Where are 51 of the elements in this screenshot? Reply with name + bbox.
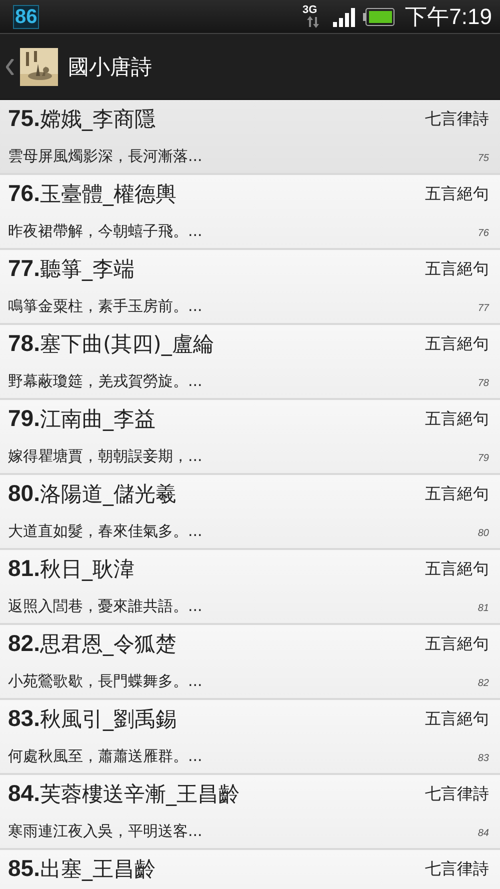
poem-form: 七言律詩 — [425, 858, 489, 880]
poem-number: 77 — [478, 303, 489, 314]
poem-excerpt: 嫁得瞿塘賈，朝朝誤妾期，... — [8, 447, 202, 466]
poem-title: 80.洛陽道_儲光羲 — [8, 480, 176, 508]
clock: 下午7:19 — [405, 2, 492, 30]
poem-form: 五言絕句 — [425, 484, 489, 504]
poem-number: 75 — [478, 153, 489, 164]
data-arrows-icon — [307, 16, 320, 28]
poem-excerpt: 雲母屏風燭影深，長河漸落... — [8, 147, 202, 166]
poem-excerpt: 寒雨連江夜入吳，平明送客... — [8, 822, 202, 841]
poem-excerpt: 昨夜裙帶解，今朝蟢子飛。... — [8, 222, 202, 241]
poem-form: 五言絕句 — [425, 258, 489, 280]
poem-form: 七言律詩 — [425, 784, 489, 804]
poem-number: 78 — [478, 378, 489, 389]
back-chevron-icon[interactable] — [6, 58, 14, 74]
poem-title: 76.玉臺體_權德輿 — [8, 180, 176, 208]
poem-form: 七言律詩 — [425, 108, 489, 130]
poem-excerpt: 野幕蔽瓊筵，羌戎賀勞旋。... — [8, 372, 202, 391]
poem-excerpt: 大道直如髮，春來佳氣多。... — [8, 522, 202, 541]
poem-number: 84 — [478, 828, 489, 839]
poem-number: 79 — [478, 453, 489, 464]
poem-number: 80 — [478, 528, 489, 539]
poem-number: 76 — [478, 228, 489, 239]
poem-title: 82.思君恩_令狐楚 — [8, 630, 176, 658]
poem-excerpt: 小苑鶯歌歇，長門蝶舞多。... — [8, 672, 202, 691]
app-title: 國小唐詩 — [68, 54, 152, 80]
poem-number: 83 — [478, 753, 489, 764]
poem-number: 82 — [478, 678, 489, 689]
poem-form: 五言絕句 — [425, 334, 489, 354]
battery-icon — [363, 8, 396, 26]
poem-title: 81.秋日_耿湋 — [8, 555, 134, 583]
poem-form: 五言絕句 — [425, 634, 489, 654]
poem-row[interactable]: 75.嫦娥_李商隱 七言律詩 雲母屏風燭影深，長河漸落... 75 — [0, 100, 500, 175]
signal-icon — [333, 6, 358, 26]
notification-badge: 86 — [13, 4, 40, 28]
poem-form: 五言絕句 — [425, 708, 489, 730]
poem-title: 85.出塞_王昌齡 — [8, 855, 156, 883]
poem-title: 79.江南曲_李益 — [8, 405, 156, 433]
network-type: 3G — [302, 4, 318, 16]
poem-title: 75.嫦娥_李商隱 — [8, 105, 156, 133]
poem-number: 81 — [478, 603, 489, 614]
poem-excerpt: 返照入閭巷，憂來誰共語。... — [8, 597, 202, 616]
poem-form: 五言絕句 — [425, 408, 489, 430]
poem-title: 77.聽箏_李端 — [8, 255, 134, 283]
poem-form: 五言絕句 — [425, 558, 489, 580]
poem-form: 五言絕句 — [425, 184, 489, 204]
poem-excerpt: 何處秋風至，蕭蕭送雁群。... — [8, 747, 202, 766]
poem-title: 78.塞下曲(其四)_盧綸 — [8, 330, 214, 358]
poem-title: 83.秋風引_劉禹錫 — [8, 705, 176, 733]
poem-excerpt: 鳴箏金粟柱，素手玉房前。... — [8, 297, 202, 316]
poem-title: 84.芙蓉樓送辛漸_王昌齡 — [8, 780, 240, 808]
